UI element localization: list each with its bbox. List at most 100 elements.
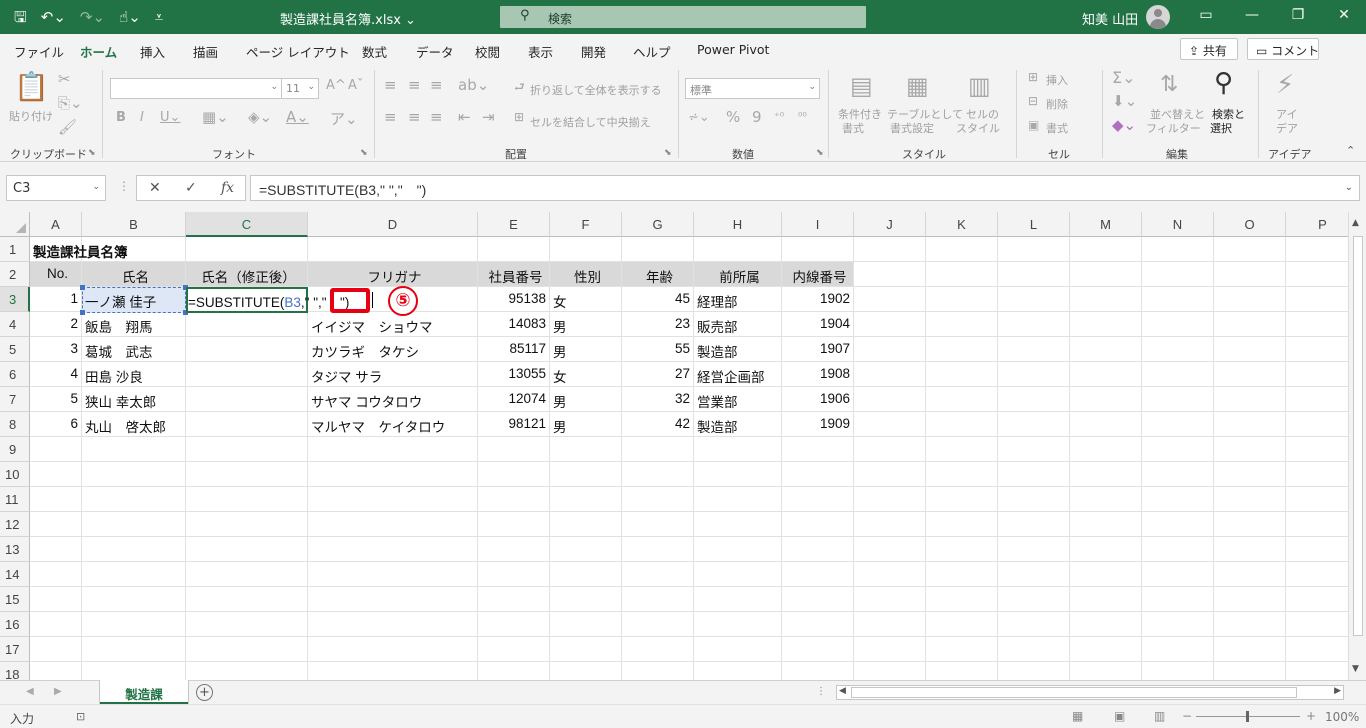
insert-cells-icon[interactable]: ⊞	[1028, 70, 1038, 84]
row-header-8[interactable]: 8	[0, 412, 30, 437]
border-icon[interactable]: ▦⌄	[202, 108, 229, 126]
delete-cells-icon[interactable]: ⊟	[1028, 94, 1038, 108]
minimize-icon[interactable]: —	[1242, 7, 1262, 23]
row-header-6[interactable]: 6	[0, 362, 30, 387]
tab-formulas[interactable]: 数式	[362, 42, 387, 61]
row-header-11[interactable]: 11	[0, 487, 30, 512]
merge-center-label[interactable]: セルを結合して中央揃え	[530, 114, 651, 130]
column-header-i[interactable]: I	[782, 212, 854, 237]
document-title[interactable]: 製造課社員名簿.xlsx ⌄	[280, 9, 416, 28]
age-cell[interactable]: 42	[622, 412, 693, 437]
kana-cell[interactable]: サヤマ コウタロウ	[308, 387, 478, 412]
insert-function-icon[interactable]: fx	[221, 180, 234, 196]
splitter-icon[interactable]: ⋮	[118, 179, 130, 193]
gender-cell[interactable]: 男	[550, 412, 622, 437]
row-header-17[interactable]: 17	[0, 637, 30, 662]
row-header-18[interactable]: 18	[0, 662, 30, 680]
zoom-slider[interactable]	[1196, 711, 1300, 722]
tab-insert[interactable]: 挿入	[140, 42, 165, 61]
column-header-h[interactable]: H	[694, 212, 782, 237]
alignment-launcher-icon[interactable]: ⬊	[664, 148, 672, 158]
align-left-icon[interactable]: ≡	[384, 108, 397, 126]
scroll-right-icon[interactable]: ▶	[1334, 686, 1341, 696]
bold-icon[interactable]: B	[116, 110, 126, 125]
collapse-ribbon-icon[interactable]: ⌃	[1346, 144, 1355, 157]
name-box[interactable]: C3 ⌄	[6, 175, 106, 201]
extension-cell[interactable]: 1904	[782, 312, 853, 337]
macro-record-icon[interactable]: ⊡	[76, 710, 85, 723]
decrease-decimal-icon[interactable]: ⁰⁰	[798, 110, 807, 123]
shrink-font-icon[interactable]: Aˇ	[348, 78, 363, 93]
increase-decimal-icon[interactable]: ⁺⁰	[774, 110, 784, 123]
employee-number-cell[interactable]: 98121	[478, 412, 549, 437]
delete-label[interactable]: 削除	[1046, 96, 1068, 112]
column-header-k[interactable]: K	[926, 212, 998, 237]
ribbon-display-icon[interactable]: ▭	[1196, 7, 1216, 23]
clipboard-launcher-icon[interactable]: ⬊	[88, 148, 96, 158]
restore-icon[interactable]: ❐	[1288, 7, 1308, 23]
customize-qat-icon[interactable]: ⩡	[155, 8, 163, 26]
underline-icon[interactable]: U⌄	[160, 110, 180, 125]
font-name-combo[interactable]: ⌄	[110, 78, 282, 99]
increase-indent-icon[interactable]: ⇥	[482, 108, 495, 126]
grow-font-icon[interactable]: A^	[326, 78, 346, 93]
sort-filter-label-2[interactable]: フィルター	[1146, 120, 1201, 136]
currency-icon[interactable]: ⩫⌄	[688, 110, 710, 125]
row-header-5[interactable]: 5	[0, 337, 30, 362]
clear-icon[interactable]: ◆⌄	[1112, 116, 1136, 134]
search-box[interactable]: ⚲ 検索	[500, 6, 866, 28]
gender-cell[interactable]: 女	[550, 362, 622, 387]
row-header-16[interactable]: 16	[0, 612, 30, 637]
employee-number-cell[interactable]: 13055	[478, 362, 549, 387]
paste-icon[interactable]: 📋	[14, 70, 49, 103]
employee-number-cell[interactable]: 14083	[478, 312, 549, 337]
font-size-combo[interactable]: 11 ⌄	[281, 78, 319, 99]
insert-label[interactable]: 挿入	[1046, 72, 1068, 88]
name-cell[interactable]: 飯島 翔馬	[82, 312, 186, 337]
cell-styles-icon[interactable]: ▥	[968, 72, 991, 100]
enter-icon[interactable]: ✓	[185, 180, 197, 196]
wrap-text-icon[interactable]: ⮐	[514, 78, 525, 99]
tab-review[interactable]: 校閲	[475, 42, 500, 61]
user-name[interactable]: 知美 山田	[1082, 9, 1138, 28]
no-cell[interactable]: 2	[30, 312, 81, 337]
tab-page-layout[interactable]: ページ レイアウト	[246, 42, 350, 61]
save-icon[interactable]: 🖫	[14, 8, 27, 26]
name-cell[interactable]: 狭山 幸太郎	[82, 387, 186, 412]
tab-developer[interactable]: 開発	[581, 42, 606, 61]
age-cell[interactable]: 32	[622, 387, 693, 412]
column-title-cell[interactable]: 社員番号	[478, 262, 550, 287]
row-header-14[interactable]: 14	[0, 562, 30, 587]
decrease-indent-icon[interactable]: ⇤	[458, 108, 471, 126]
prev-sheet-icon[interactable]: ◀	[26, 686, 34, 697]
scroll-left-icon[interactable]: ◀	[839, 686, 846, 696]
column-header-a[interactable]: A	[30, 212, 82, 237]
tab-help[interactable]: ヘルプ	[633, 42, 671, 61]
column-title-cell[interactable]: No.	[30, 262, 82, 287]
age-cell[interactable]: 55	[622, 337, 693, 362]
touch-mode-icon[interactable]: ☝⌄	[119, 8, 141, 26]
row-header-2[interactable]: 2	[0, 262, 30, 287]
italic-icon[interactable]: I	[140, 110, 144, 125]
phonetic-icon[interactable]: ア⌄	[330, 108, 358, 129]
ideas-label-2[interactable]: デア	[1276, 120, 1298, 136]
font-color-icon[interactable]: A⌄	[286, 108, 309, 126]
column-header-f[interactable]: F	[550, 212, 622, 237]
align-bottom-icon[interactable]: ≡	[430, 76, 443, 94]
cut-icon[interactable]: ✂	[58, 70, 71, 88]
column-title-cell[interactable]: 内線番号	[782, 262, 854, 287]
ideas-icon[interactable]: ⚡	[1276, 70, 1294, 100]
next-sheet-icon[interactable]: ▶	[54, 686, 62, 697]
worksheet-grid[interactable]: A B C D E F G H I J K L M N O P 1 2 3 4 5 6 7 8 9 10 11 12 13 14 15 16 1…	[0, 212, 1348, 680]
kana-cell[interactable]: イイジマ ショウマ	[308, 312, 478, 337]
scroll-thumb[interactable]	[1353, 236, 1363, 636]
extension-cell[interactable]: 1907	[782, 337, 853, 362]
no-cell[interactable]: 4	[30, 362, 81, 387]
format-painter-icon[interactable]: 🖌	[58, 118, 77, 136]
gender-cell[interactable]: 男	[550, 387, 622, 412]
cell-style-label-2[interactable]: スタイル	[956, 120, 1000, 136]
number-format-combo[interactable]: 標準 ⌄	[685, 78, 820, 99]
undo-icon[interactable]: ↶⌄	[41, 8, 66, 26]
fill-icon[interactable]: ⬇⌄	[1112, 92, 1137, 110]
employee-number-cell[interactable]: 95138	[478, 287, 549, 312]
